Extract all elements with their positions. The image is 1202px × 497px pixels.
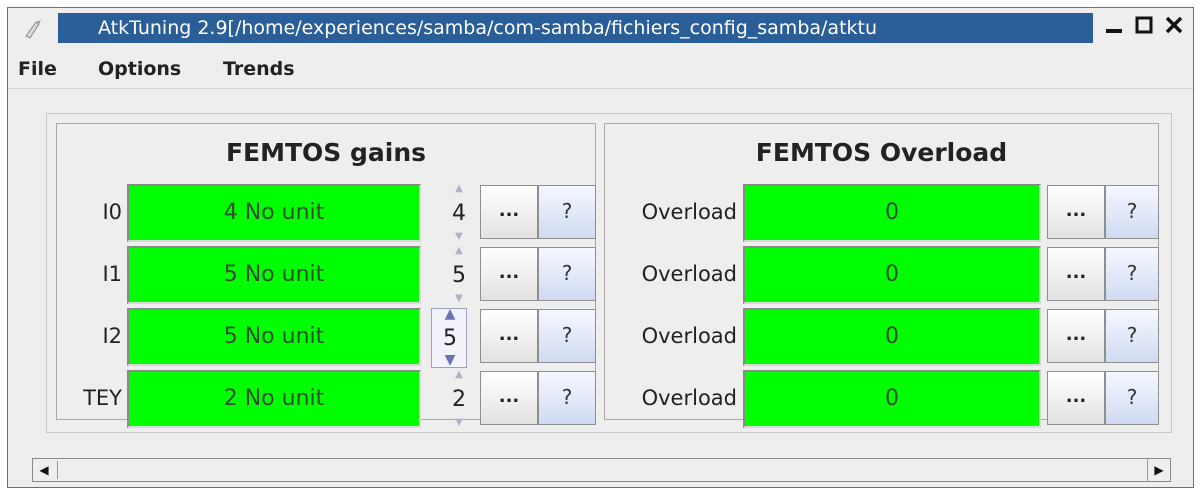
overload-value: 0 (743, 184, 1041, 242)
menu-options[interactable]: Options (98, 58, 181, 80)
app-window: AtkTuning 2.9[/home/experiences/samba/co… (7, 7, 1194, 488)
spin-up-icon[interactable]: ▲ (441, 370, 477, 380)
panel-title: FEMTOS gains (225, 138, 427, 167)
row-label: I1 (102, 262, 122, 286)
row-label: Overload (641, 324, 737, 348)
dots-button[interactable]: ... (480, 247, 538, 301)
horizontal-scrollbar[interactable]: ◀ ▶ (32, 458, 1171, 482)
app-icon (25, 20, 41, 39)
row-label: TEY (83, 386, 122, 410)
help-button[interactable]: ? (538, 185, 596, 239)
row-label: Overload (641, 200, 737, 224)
row-label: Overload (641, 262, 737, 286)
overload-value: 0 (743, 308, 1041, 366)
help-button[interactable]: ? (1105, 247, 1159, 301)
dots-button[interactable]: ... (1047, 371, 1105, 425)
spin-up-icon[interactable]: ▲ (441, 184, 477, 194)
overload-value: 0 (743, 246, 1041, 304)
femtos-gains-panel: FEMTOS gains I0 4 No unit ▲ 4 ▼ ... ? I1… (56, 123, 596, 428)
dots-button[interactable]: ... (1047, 247, 1105, 301)
maximize-icon[interactable] (1130, 14, 1158, 42)
help-button[interactable]: ? (538, 371, 596, 425)
row-label: I2 (102, 324, 122, 348)
gain-value-i0: 4 No unit (127, 184, 421, 242)
scroll-left-icon[interactable]: ◀ (33, 459, 55, 481)
gain-spinner-i1[interactable]: ▲ 5 ▼ (441, 246, 477, 306)
help-button[interactable]: ? (1105, 371, 1159, 425)
gain-value-i1: 5 No unit (127, 246, 421, 304)
row-label: I0 (102, 200, 122, 224)
spinner-value[interactable]: 4 (441, 202, 477, 226)
gain-value-tey: 2 No unit (127, 370, 421, 428)
dots-button[interactable]: ... (480, 185, 538, 239)
help-button[interactable]: ? (1105, 185, 1159, 239)
spin-down-icon[interactable]: ▼ (432, 353, 468, 367)
scroll-right-icon[interactable]: ▶ (1147, 459, 1170, 481)
title-bar[interactable]: AtkTuning 2.9[/home/experiences/samba/co… (8, 8, 1193, 48)
close-icon[interactable] (1160, 14, 1188, 42)
minimize-icon[interactable] (1100, 14, 1128, 42)
window-title: AtkTuning 2.9[/home/experiences/samba/co… (58, 13, 1093, 43)
spinner-value[interactable]: 5 (432, 327, 468, 351)
spinner-value[interactable]: 2 (441, 388, 477, 412)
panel-title: FEMTOS Overload (755, 138, 1008, 167)
gain-value-i2: 5 No unit (127, 308, 421, 366)
spinner-value[interactable]: 5 (441, 264, 477, 288)
overload-value: 0 (743, 370, 1041, 428)
gain-spinner-i0[interactable]: ▲ 4 ▼ (441, 184, 477, 244)
main-content: FEMTOS gains I0 4 No unit ▲ 4 ▼ ... ? I1… (46, 113, 1172, 433)
femtos-overload-panel: FEMTOS Overload Overload 0 ... ? Overloa… (604, 123, 1159, 428)
scroll-track[interactable] (57, 461, 1146, 479)
dots-button[interactable]: ... (1047, 185, 1105, 239)
help-button[interactable]: ? (538, 309, 596, 363)
help-button[interactable]: ? (538, 247, 596, 301)
spin-down-icon[interactable]: ▼ (441, 294, 477, 304)
gain-spinner-i2[interactable]: ▲ 5 ▼ (431, 307, 468, 368)
help-button[interactable]: ? (1105, 309, 1159, 363)
dots-button[interactable]: ... (1047, 309, 1105, 363)
spin-up-icon[interactable]: ▲ (441, 246, 477, 256)
spin-down-icon[interactable]: ▼ (441, 418, 477, 428)
gain-spinner-tey[interactable]: ▲ 2 ▼ (441, 370, 477, 430)
spin-down-icon[interactable]: ▼ (441, 232, 477, 242)
dots-button[interactable]: ... (480, 309, 538, 363)
menu-file[interactable]: File (18, 58, 57, 80)
spin-up-icon[interactable]: ▲ (432, 307, 468, 321)
row-label: Overload (641, 386, 737, 410)
menu-bar: File Options Trends (8, 52, 1193, 89)
dots-button[interactable]: ... (480, 371, 538, 425)
menu-trends[interactable]: Trends (223, 58, 295, 80)
